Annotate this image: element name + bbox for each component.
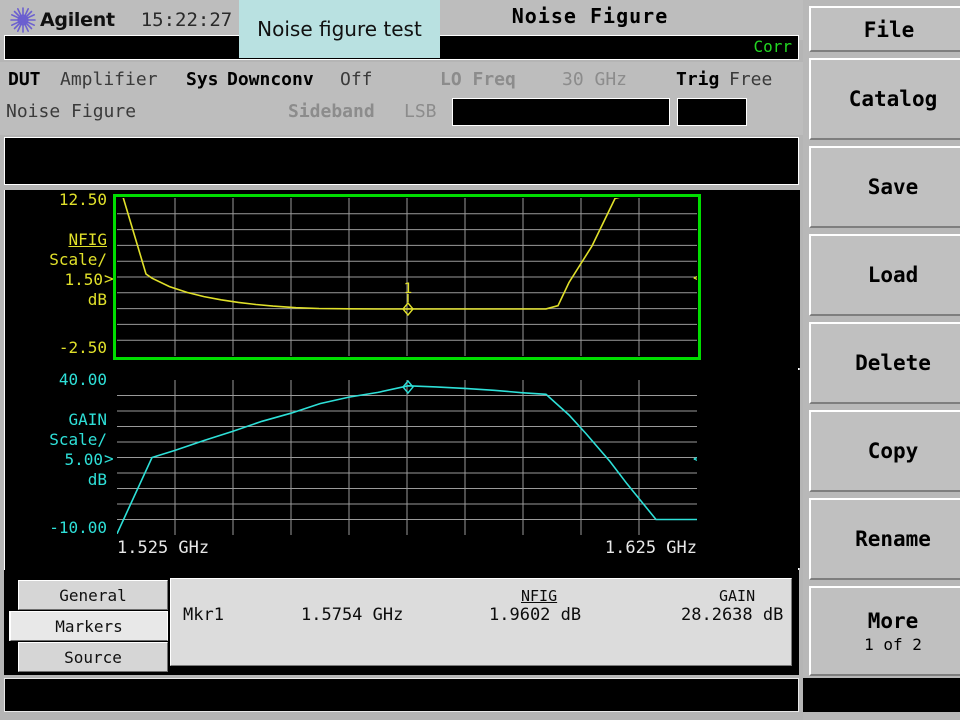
softkey-sublabel: 1 of 2 bbox=[864, 635, 922, 654]
softkey-more[interactable]: More 1 of 2 bbox=[809, 586, 960, 676]
gain-scale-label: Scale/ bbox=[15, 430, 107, 449]
settings-bar: DUT Amplifier Sys Downconv Off LO Freq 3… bbox=[0, 62, 803, 135]
svg-text:<: < bbox=[693, 268, 697, 287]
lo-freq-key: LO Freq bbox=[440, 69, 516, 90]
gain-ref-bottom-label: -10.00 bbox=[15, 518, 107, 537]
bottom-panel: General Markers Source Mkr1 1.5754 GHz N… bbox=[4, 570, 799, 675]
instrument-display-pane: Agilent 15:22:27 Noise Figure Corr DUT A… bbox=[0, 0, 803, 720]
annotation-band bbox=[4, 137, 799, 185]
softkey-load[interactable]: Load bbox=[809, 234, 960, 316]
trig-key: Trig bbox=[676, 69, 719, 90]
gain-plot[interactable]: 1 < bbox=[117, 380, 697, 535]
gain-trace-name: GAIN bbox=[15, 410, 107, 429]
sideband-key: Sideband bbox=[288, 101, 375, 122]
dut-key: DUT bbox=[8, 69, 41, 90]
tab-markers[interactable]: Markers bbox=[10, 611, 168, 641]
marker-nfig-value: 1.9602 dB bbox=[489, 605, 581, 625]
softkey-delete[interactable]: Delete bbox=[809, 322, 960, 404]
gain-ref-pointer-icon: > bbox=[104, 449, 114, 468]
settings-row-2: Noise Figure Sideband LSB bbox=[0, 98, 803, 130]
marker-gain-header: GAIN bbox=[719, 587, 755, 605]
tab-list: General Markers Source bbox=[18, 580, 168, 673]
softkey-label: Delete bbox=[855, 351, 931, 375]
softkey-footer-bar bbox=[803, 678, 960, 712]
x-axis-start-label: 1.525 GHz bbox=[117, 538, 209, 558]
instrument-screen: Agilent 15:22:27 Noise Figure Corr DUT A… bbox=[0, 0, 960, 720]
softkey-menu: File Catalog Save Load Delete Copy Renam… bbox=[803, 0, 960, 720]
nfig-graph[interactable]: 12.50 NFIG Scale/ 1.50 > dB -2.50 bbox=[5, 190, 800, 368]
gain-scale-unit: dB bbox=[15, 470, 107, 489]
brand-label: Agilent bbox=[40, 9, 115, 31]
svg-text:1: 1 bbox=[404, 380, 412, 382]
softkey-catalog[interactable]: Catalog bbox=[809, 58, 960, 140]
gain-scale-value: 5.00 bbox=[15, 450, 103, 469]
softkey-save[interactable]: Save bbox=[809, 146, 960, 228]
gain-plot-svg: 1 < bbox=[117, 380, 697, 535]
callout-note: Noise figure test bbox=[239, 0, 440, 58]
nfig-ref-pointer-icon: > bbox=[104, 269, 114, 288]
marker-name: Mkr1 bbox=[183, 605, 224, 625]
agilent-starburst-icon bbox=[8, 5, 38, 35]
softkey-label: Copy bbox=[868, 439, 919, 463]
nfig-scale-value: 1.50 bbox=[15, 270, 103, 289]
nfig-plot-svg: 1 < bbox=[117, 198, 697, 356]
marker-frequency: 1.5754 GHz bbox=[301, 605, 403, 625]
softkey-label: Rename bbox=[855, 527, 931, 551]
x-axis-stop-label: 1.625 GHz bbox=[575, 538, 697, 558]
marker-readout-panel: Mkr1 1.5754 GHz NFIG 1.9602 dB GAIN 28.2… bbox=[170, 578, 792, 666]
settings-row-1: DUT Amplifier Sys Downconv Off LO Freq 3… bbox=[0, 66, 803, 98]
graph-area: 12.50 NFIG Scale/ 1.50 > dB -2.50 bbox=[4, 190, 799, 570]
softkey-label: Catalog bbox=[849, 87, 938, 111]
sys-value[interactable]: Off bbox=[340, 69, 373, 90]
softkey-label: Save bbox=[868, 175, 919, 199]
message-bar bbox=[4, 678, 799, 712]
nfig-ref-top-label: 12.50 bbox=[15, 190, 107, 209]
svg-text:<: < bbox=[693, 449, 697, 468]
entry-field-primary[interactable] bbox=[452, 98, 670, 126]
sys-key-2: Downconv bbox=[227, 69, 314, 90]
measurement-mode-title: Noise Figure bbox=[440, 4, 740, 28]
tab-general[interactable]: General bbox=[18, 580, 168, 610]
gain-ref-top-label: 40.00 bbox=[15, 370, 107, 389]
tab-source[interactable]: Source bbox=[18, 642, 168, 672]
softkey-menu-title: File bbox=[809, 6, 960, 52]
sideband-value[interactable]: LSB bbox=[404, 101, 437, 122]
marker-nfig-header: NFIG bbox=[521, 587, 557, 605]
lo-freq-value[interactable]: 30 GHz bbox=[562, 69, 627, 90]
gain-graph[interactable]: 40.00 GAIN Scale/ 5.00 > dB -10.00 bbox=[5, 370, 800, 568]
measurement-label[interactable]: Noise Figure bbox=[6, 101, 136, 122]
nfig-plot[interactable]: 1 < bbox=[117, 198, 697, 356]
svg-text:1: 1 bbox=[404, 281, 412, 297]
nfig-scale-unit: dB bbox=[15, 290, 107, 309]
dut-value[interactable]: Amplifier bbox=[60, 69, 158, 90]
softkey-copy[interactable]: Copy bbox=[809, 410, 960, 492]
sys-key: Sys bbox=[186, 69, 219, 90]
softkey-label: More bbox=[868, 609, 919, 633]
softkey-rename[interactable]: Rename bbox=[809, 498, 960, 580]
marker-gain-value: 28.2638 dB bbox=[681, 605, 783, 625]
entry-field-secondary[interactable] bbox=[677, 98, 747, 126]
softkey-label: Load bbox=[868, 263, 919, 287]
clock-label: 15:22:27 bbox=[141, 9, 233, 31]
trig-value[interactable]: Free bbox=[729, 69, 772, 90]
corr-status-badge: Corr bbox=[753, 37, 792, 56]
nfig-trace-name: NFIG bbox=[15, 230, 107, 249]
nfig-scale-label: Scale/ bbox=[15, 250, 107, 269]
nfig-ref-bottom-label: -2.50 bbox=[15, 338, 107, 357]
